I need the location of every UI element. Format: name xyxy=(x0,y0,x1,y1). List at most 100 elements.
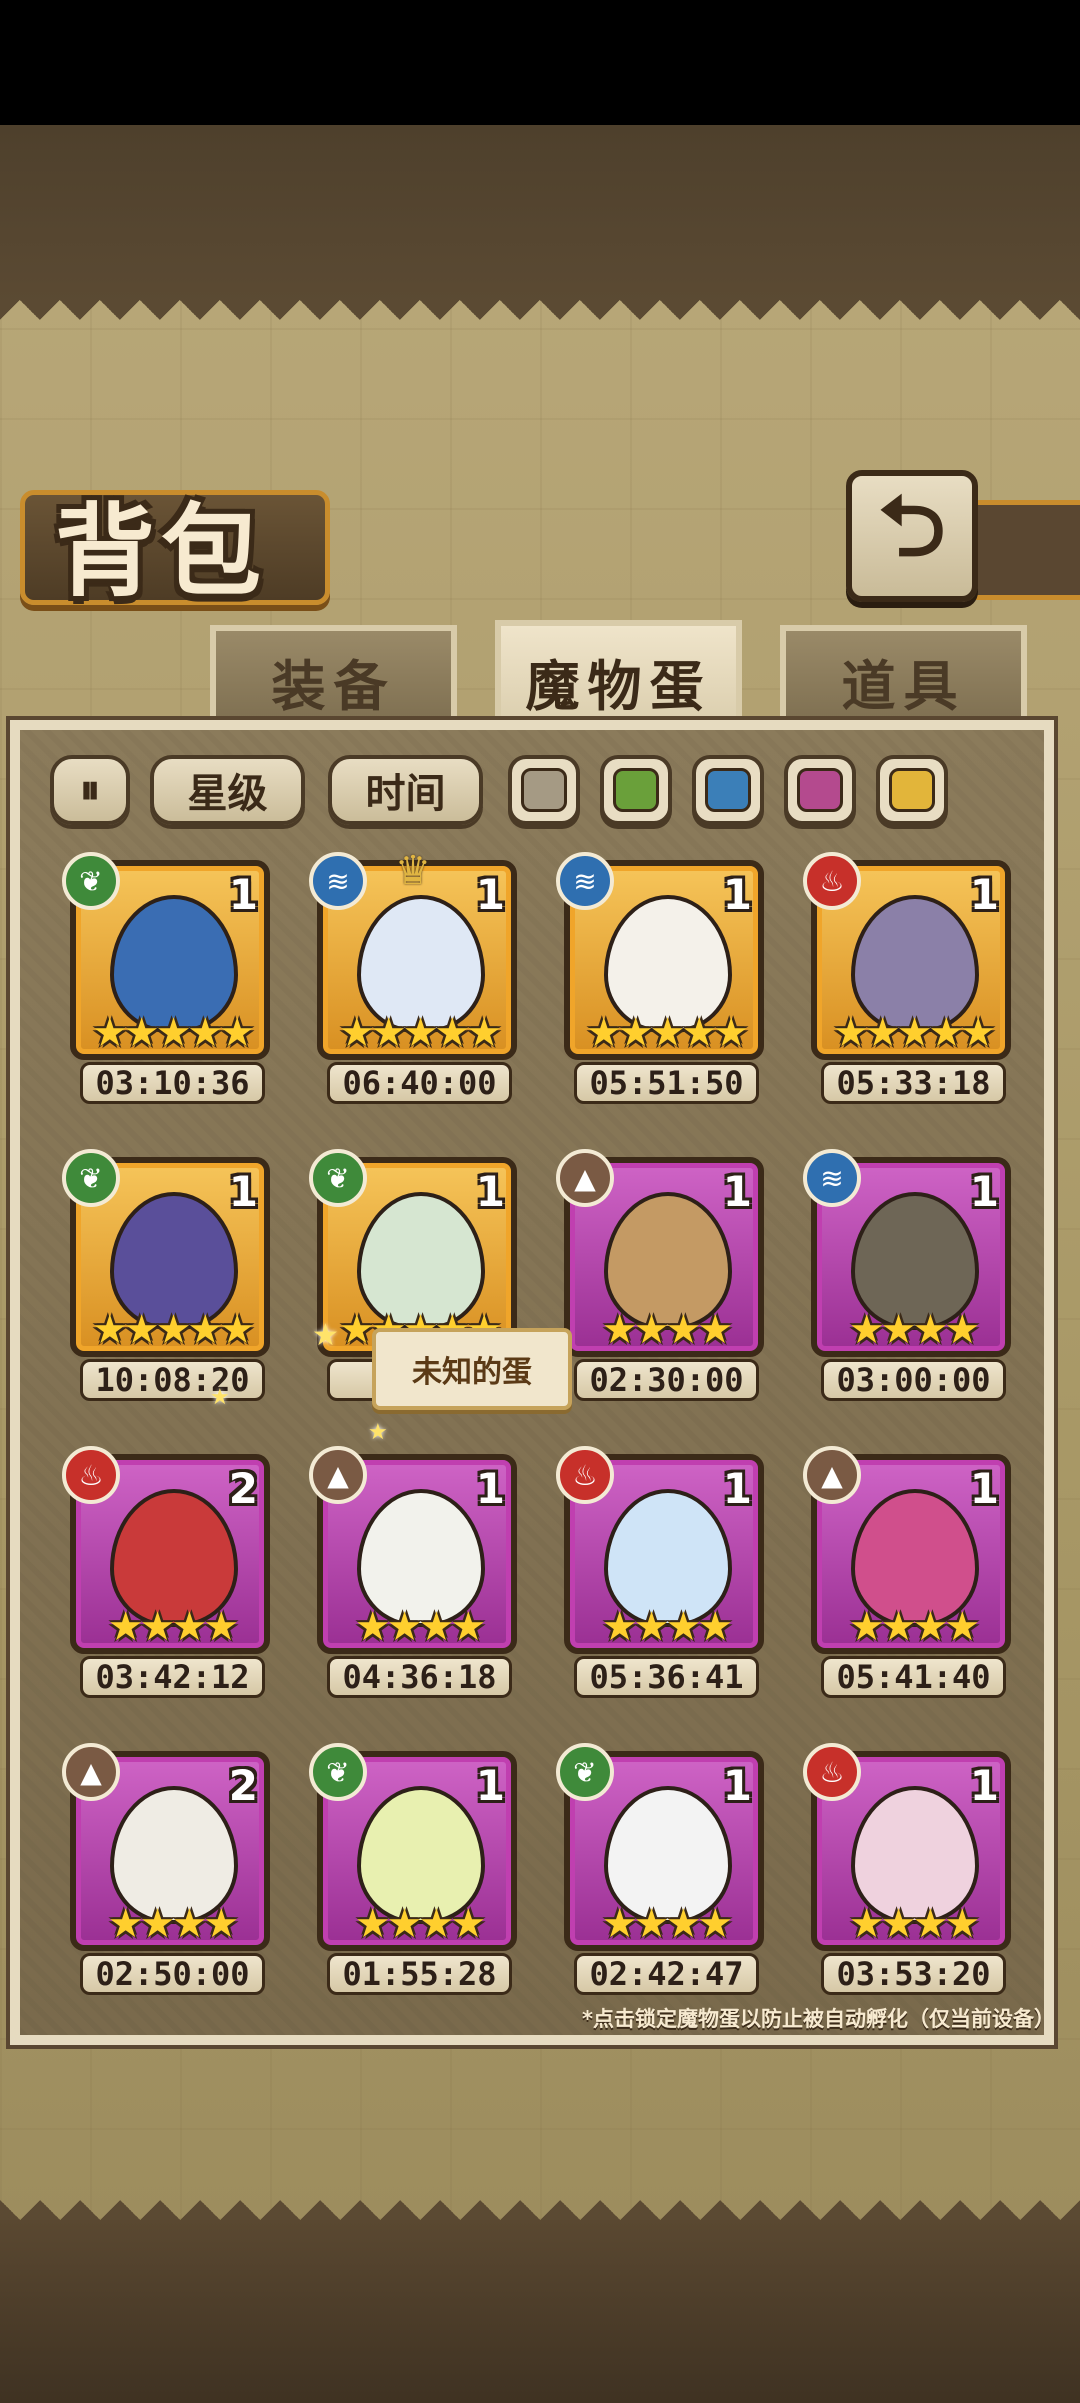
purple-swatch xyxy=(797,768,843,812)
filter-green-button[interactable] xyxy=(600,755,672,825)
element-leaf-icon: ❦ xyxy=(62,1149,120,1207)
sort-toggle-button[interactable]: ⏸ xyxy=(50,755,130,825)
star-rating: ★★★★ xyxy=(848,1307,980,1353)
hatch-timer: 05:33:18 xyxy=(821,1062,1006,1104)
element-leaf-icon: ❦ xyxy=(309,1149,367,1207)
star-rating: ★★★★ xyxy=(354,1901,486,1947)
element-water-icon: ≋ xyxy=(309,852,367,910)
crown-icon: ♛ xyxy=(395,848,431,894)
hatch-timer: 02:30:00 xyxy=(574,1359,759,1401)
egg-card[interactable]: ★★★★★ 1 ❦ 10:08:20 xyxy=(62,1149,280,1402)
auto-hatch-note: *点击锁定魔物蛋以防止被自动孵化（仅当前设备） xyxy=(582,2007,1055,2031)
element-fire-icon: ♨ xyxy=(62,1446,120,1504)
egg-card[interactable]: ★★★★ 2 ♨ 03:42:12 xyxy=(62,1446,280,1699)
page-title: 背包 xyxy=(55,493,267,610)
star-rating: ★★★★ xyxy=(848,1901,980,1947)
egg-card[interactable]: ★★★★ 1 ♨ 03:53:20 xyxy=(803,1743,1021,1996)
tab-monster-eggs[interactable]: 魔物蛋 xyxy=(495,620,742,736)
tab-monster-eggs-label: 魔物蛋 xyxy=(525,654,712,718)
star-rating: ★★★★ xyxy=(848,1604,980,1650)
filter-purple-button[interactable] xyxy=(784,755,856,825)
sort-by-star-label: 星级 xyxy=(187,771,268,817)
star-rating: ★★★★★ xyxy=(91,1307,255,1353)
egg-count: 1 xyxy=(969,1167,999,1216)
hatch-timer: 05:51:50 xyxy=(574,1062,759,1104)
star-rating: ★★★★ xyxy=(601,1307,733,1353)
return-arrow-icon: ⮌ xyxy=(878,476,946,575)
egg-count: 2 xyxy=(228,1761,258,1810)
egg-count: 1 xyxy=(475,1464,505,1513)
hatch-timer: 05:41:40 xyxy=(821,1656,1006,1698)
element-earth-icon: ▲ xyxy=(309,1446,367,1504)
egg-count: 2 xyxy=(228,1464,258,1513)
egg-card[interactable]: ★★★★★ 1 ≋ 05:51:50 xyxy=(556,852,774,1105)
sparkle-icon: ★ xyxy=(368,1420,388,1445)
back-button-rail xyxy=(960,500,1080,600)
hatch-timer: 04:36:18 xyxy=(327,1656,512,1698)
egg-count: 1 xyxy=(969,1464,999,1513)
gold-swatch xyxy=(889,768,935,812)
element-earth-icon: ▲ xyxy=(556,1149,614,1207)
sort-by-time-label: 时间 xyxy=(365,771,446,817)
hatch-timer: 03:53:20 xyxy=(821,1953,1006,1995)
hatch-timer: 06:40:00 xyxy=(327,1062,512,1104)
star-rating: ★★★★ xyxy=(107,1901,239,1947)
egg-card[interactable]: ★★★★ 1 ❦ 01:55:28 xyxy=(309,1743,527,1996)
egg-count: 1 xyxy=(722,1761,752,1810)
egg-card[interactable]: ★★★★ 2 ▲ 02:50:00 xyxy=(62,1743,280,1996)
hatch-timer: 02:42:47 xyxy=(574,1953,759,1995)
element-water-icon: ≋ xyxy=(556,852,614,910)
tab-equipment-label: 装备 xyxy=(271,654,396,718)
element-leaf-icon: ❦ xyxy=(556,1743,614,1801)
egg-card[interactable]: ★★★★ 1 ❦ 02:42:47 xyxy=(556,1743,774,1996)
star-rating: ★★★★★ xyxy=(338,1010,502,1056)
filter-gold-button[interactable] xyxy=(876,755,948,825)
tab-items-label: 道具 xyxy=(841,654,966,718)
back-button[interactable]: ⮌ xyxy=(846,470,978,602)
filter-blue-button[interactable] xyxy=(692,755,764,825)
torn-edge-bottom xyxy=(0,2180,1080,2220)
hatch-timer: 03:00:00 xyxy=(821,1359,1006,1401)
tab-items[interactable]: 道具 xyxy=(780,625,1027,731)
star-rating: ★★★★ xyxy=(107,1604,239,1650)
tab-equipment[interactable]: 装备 xyxy=(210,625,457,731)
egg-card[interactable]: ★★★★ 1 ▲ 02:30:00 xyxy=(556,1149,774,1402)
element-fire-icon: ♨ xyxy=(803,1743,861,1801)
hatch-timer: 05:36:41 xyxy=(574,1656,759,1698)
element-fire-icon: ♨ xyxy=(556,1446,614,1504)
egg-card[interactable]: ★★★★ 1 ▲ 04:36:18 xyxy=(309,1446,527,1699)
egg-card[interactable]: ★★★★ 1 ≋ 03:00:00 xyxy=(803,1149,1021,1402)
egg-count: 1 xyxy=(475,1761,505,1810)
egg-count: 1 xyxy=(722,1464,752,1513)
torn-edge-top xyxy=(0,300,1080,340)
element-earth-icon: ▲ xyxy=(803,1446,861,1504)
element-earth-icon: ▲ xyxy=(62,1743,120,1801)
filter-grey-button[interactable] xyxy=(508,755,580,825)
sort-by-time-button[interactable]: 时间 xyxy=(328,755,483,825)
star-rating: ★★★★ xyxy=(601,1901,733,1947)
hatch-timer: 10:08:20 xyxy=(80,1359,265,1401)
sparkle-icon: ★ xyxy=(210,1385,230,1410)
egg-count: 1 xyxy=(969,1761,999,1810)
sort-by-star-button[interactable]: 星级 xyxy=(150,755,305,825)
star-rating: ★★★★★ xyxy=(91,1010,255,1056)
hatch-timer: 03:10:36 xyxy=(80,1062,265,1104)
egg-card[interactable]: ★★★★★ 1 ≋ 06:40:00 ♛ xyxy=(309,848,527,1105)
hatch-timer: 01:55:28 xyxy=(327,1953,512,1995)
egg-card[interactable]: ★★★★★ 1 ♨ 05:33:18 xyxy=(803,852,1021,1105)
star-rating: ★★★★★ xyxy=(585,1010,749,1056)
grey-swatch xyxy=(521,768,567,812)
egg-card[interactable]: ★★★★ 1 ▲ 05:41:40 xyxy=(803,1446,1021,1699)
egg-card[interactable]: ★★★★★ 1 ❦ 03:10:36 xyxy=(62,852,280,1105)
egg-tooltip-text: 未知的蛋 xyxy=(412,1355,532,1390)
egg-card[interactable]: ★★★★ 1 ♨ 05:36:41 xyxy=(556,1446,774,1699)
egg-count: 1 xyxy=(722,1167,752,1216)
egg-tooltip: 未知的蛋 xyxy=(372,1328,572,1410)
blue-swatch xyxy=(705,768,751,812)
star-rating: ★★★★ xyxy=(601,1604,733,1650)
bottom-background xyxy=(0,2220,1080,2403)
sparkle-icon: ★ xyxy=(312,1318,339,1353)
hatch-timer: 03:42:12 xyxy=(80,1656,265,1698)
element-leaf-icon: ❦ xyxy=(309,1743,367,1801)
egg-count: 1 xyxy=(228,870,258,919)
